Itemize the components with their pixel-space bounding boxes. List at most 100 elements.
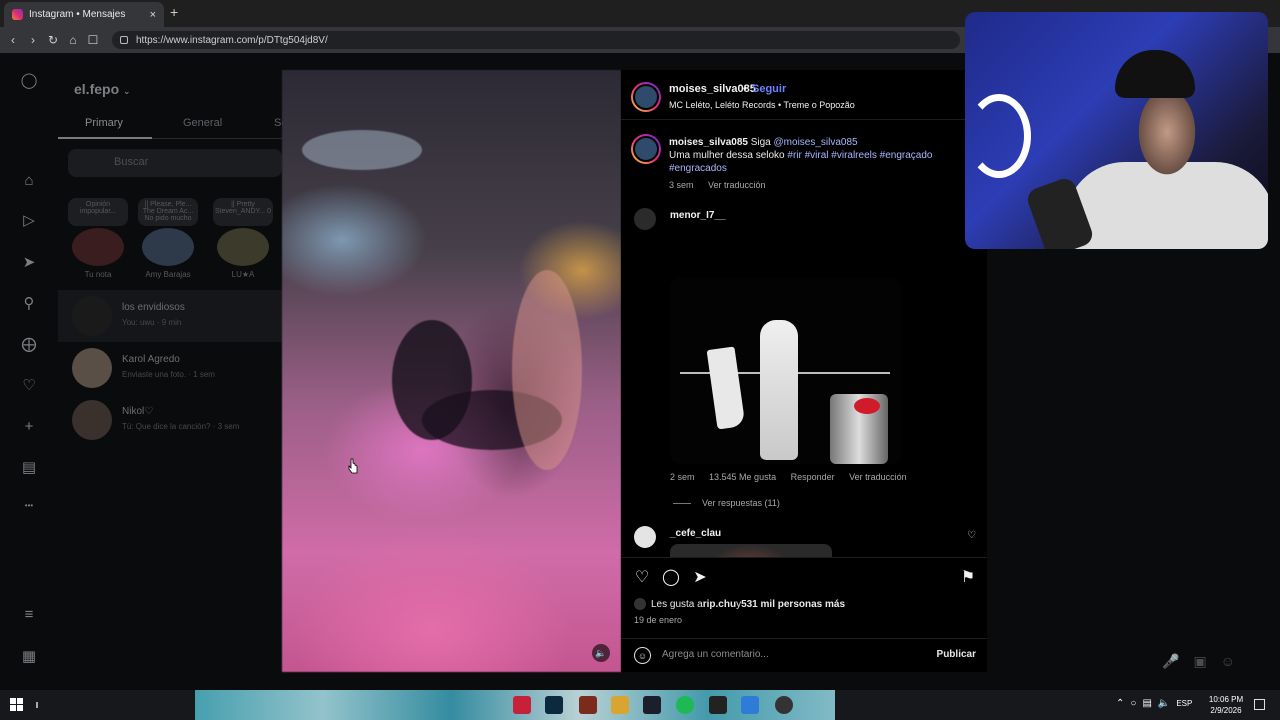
reply-button[interactable]: Responder bbox=[791, 472, 835, 482]
chat-item[interactable]: los envidiosos You: uwu · 9 min bbox=[58, 290, 282, 342]
publish-button[interactable]: Publicar bbox=[937, 649, 976, 660]
profile-icon[interactable]: ••• bbox=[20, 496, 38, 514]
reload-icon[interactable]: ↻ bbox=[46, 31, 60, 49]
post-caption: moises_silva085 Siga @moises_silva085 Um… bbox=[669, 137, 933, 190]
tab-close-icon[interactable]: × bbox=[150, 9, 156, 21]
image-icon[interactable]: ▣ bbox=[1193, 653, 1206, 670]
post-date: 19 de enero bbox=[634, 615, 683, 625]
search-input[interactable]: Buscar bbox=[68, 149, 282, 177]
avatar bbox=[72, 400, 112, 440]
commenter-username[interactable]: _cefe_clau bbox=[670, 528, 721, 539]
app-icon[interactable] bbox=[741, 696, 759, 714]
system-tray: ⌃ ○ ▤ 🔈 ESP bbox=[1116, 698, 1192, 709]
ring-light bbox=[967, 94, 1031, 178]
follow-button[interactable]: Seguir bbox=[752, 83, 786, 95]
avatar bbox=[142, 228, 194, 266]
tab-primary[interactable]: Primary bbox=[85, 117, 123, 129]
emoji-icon[interactable]: ☺ bbox=[634, 647, 651, 664]
bookmark-icon[interactable]: ⚑ bbox=[959, 568, 977, 586]
comments-scroll[interactable]: moises_silva085 Siga @moises_silva085 Um… bbox=[621, 120, 987, 557]
new-tab-button[interactable]: + bbox=[170, 4, 178, 20]
caption-avatar[interactable] bbox=[631, 134, 661, 164]
site-info-icon[interactable] bbox=[120, 36, 128, 44]
more-icon[interactable]: ▦ bbox=[20, 647, 38, 665]
liker-avatar bbox=[634, 598, 646, 610]
network-icon[interactable]: ○ bbox=[1130, 698, 1136, 709]
messages-panel: el.fepo ⌄ Primary General Sc Buscar Opin… bbox=[58, 53, 287, 690]
chat-item[interactable]: Nikol♡ Tú: Que dice la canción? · 3 sem bbox=[58, 394, 282, 446]
home-page-icon[interactable]: ⌂ bbox=[66, 31, 80, 49]
chevron-up-icon[interactable]: ⌃ bbox=[1116, 698, 1124, 709]
photoshop-icon[interactable] bbox=[545, 696, 563, 714]
like-comment-icon[interactable]: ♡ bbox=[967, 530, 976, 541]
file-explorer-icon[interactable] bbox=[611, 696, 629, 714]
heart-icon[interactable]: ♡ bbox=[20, 376, 38, 394]
wifi-icon[interactable]: ▤ bbox=[1142, 698, 1151, 709]
windows-taskbar: ⌃ ○ ▤ 🔈 ESP 10:06 PM 2/9/2026 bbox=[0, 690, 1280, 720]
dashboard-icon[interactable]: ▤ bbox=[20, 458, 38, 476]
comment-input[interactable]: Agrega un comentario... bbox=[662, 649, 769, 660]
tab-title: Instagram • Mensajes bbox=[29, 9, 126, 20]
home-icon[interactable]: ⌂ bbox=[20, 171, 38, 189]
language-indicator[interactable]: ESP bbox=[1176, 699, 1192, 709]
browser-tab[interactable]: Instagram • Mensajes × bbox=[4, 2, 164, 27]
app-icon[interactable] bbox=[513, 696, 531, 714]
task-view-icon[interactable] bbox=[36, 702, 38, 708]
video-figure bbox=[512, 270, 582, 470]
app-icon[interactable] bbox=[643, 696, 661, 714]
forward-icon[interactable]: › bbox=[26, 31, 40, 49]
app-icon[interactable] bbox=[579, 696, 597, 714]
back-icon[interactable]: ‹ bbox=[6, 31, 20, 49]
like-heart-icon[interactable]: ♡ bbox=[633, 568, 651, 586]
translate-link[interactable]: Ver traducción bbox=[708, 180, 766, 190]
view-replies-button[interactable]: Ver respuestas (11) bbox=[702, 498, 780, 508]
video-light bbox=[302, 130, 422, 170]
mention-link[interactable]: @moises_silva085 bbox=[774, 137, 858, 148]
commenter-avatar[interactable] bbox=[634, 526, 656, 548]
note-item[interactable]: || Please, Ple... The Dream Ac... No pid… bbox=[138, 198, 198, 279]
mute-icon[interactable]: 🔈 bbox=[592, 644, 610, 662]
note-item[interactable]: Opinión impopular... Tu nota bbox=[68, 198, 128, 279]
share-icon[interactable]: ➤ bbox=[691, 568, 709, 586]
hand-cursor-icon bbox=[348, 458, 358, 474]
chat-item[interactable]: Karol Agredo Enviaste una foto. · 1 sem bbox=[58, 342, 282, 394]
account-switcher[interactable]: el.fepo ⌄ bbox=[74, 81, 131, 97]
instagram-favicon-icon bbox=[12, 9, 23, 20]
post-video[interactable] bbox=[282, 70, 621, 672]
tab-general[interactable]: General bbox=[183, 117, 222, 129]
volume-icon[interactable]: 🔈 bbox=[1158, 698, 1170, 709]
explore-icon[interactable]: ⨁ bbox=[20, 335, 38, 353]
note-item[interactable]: || Pretty Steven_ANDY... 0 LU★A bbox=[213, 198, 273, 279]
messages-icon[interactable]: ➤ bbox=[20, 253, 38, 271]
webcam-overlay bbox=[965, 12, 1268, 249]
commenter-avatar[interactable] bbox=[634, 208, 656, 230]
comment-icon[interactable]: ◯ bbox=[662, 568, 680, 586]
reels-icon[interactable]: ▷ bbox=[20, 211, 38, 229]
url-field[interactable]: https://www.instagram.com/p/DTtg504jd8V/ bbox=[112, 31, 960, 49]
comment-gif bbox=[670, 278, 901, 464]
left-nav-rail: ◯ ⌂ ▷ ➤ ⚲ ⨁ ♡ + ▤ ••• ≡ ▦ bbox=[0, 53, 58, 690]
create-icon[interactable]: + bbox=[20, 417, 38, 435]
avatar bbox=[217, 228, 269, 266]
windows-start-icon[interactable] bbox=[10, 698, 23, 711]
menu-icon[interactable]: ≡ bbox=[20, 605, 38, 623]
obs-icon[interactable] bbox=[775, 696, 793, 714]
commenter-username[interactable]: menor_I7__ bbox=[670, 210, 726, 221]
likes-summary[interactable]: Les gusta a rip.chu y 531 mil personas m… bbox=[634, 598, 845, 610]
bookmark-page-icon[interactable]: ☐ bbox=[86, 31, 100, 49]
notifications-icon[interactable] bbox=[1254, 699, 1265, 710]
taskbar-clock[interactable]: 10:06 PM 2/9/2026 bbox=[1204, 694, 1248, 716]
inbox-tabs: Primary General Sc bbox=[58, 115, 287, 139]
comment-composer: ☺ Agrega un comentario... Publicar bbox=[621, 638, 987, 672]
mic-icon[interactable]: 🎤 bbox=[1162, 653, 1179, 670]
spotify-icon[interactable] bbox=[676, 696, 694, 714]
audio-track[interactable]: MC Leléto, Leléto Records • Treme o Popo… bbox=[669, 100, 855, 110]
search-icon[interactable]: ⚲ bbox=[20, 294, 38, 312]
app-icon[interactable] bbox=[709, 696, 727, 714]
avatar bbox=[72, 296, 112, 336]
author-avatar[interactable] bbox=[631, 82, 661, 112]
avatar bbox=[72, 228, 124, 266]
translate-link[interactable]: Ver traducción bbox=[849, 472, 907, 482]
instagram-icon[interactable]: ◯ bbox=[20, 71, 38, 89]
sticker-icon[interactable]: ☺ bbox=[1221, 653, 1235, 670]
